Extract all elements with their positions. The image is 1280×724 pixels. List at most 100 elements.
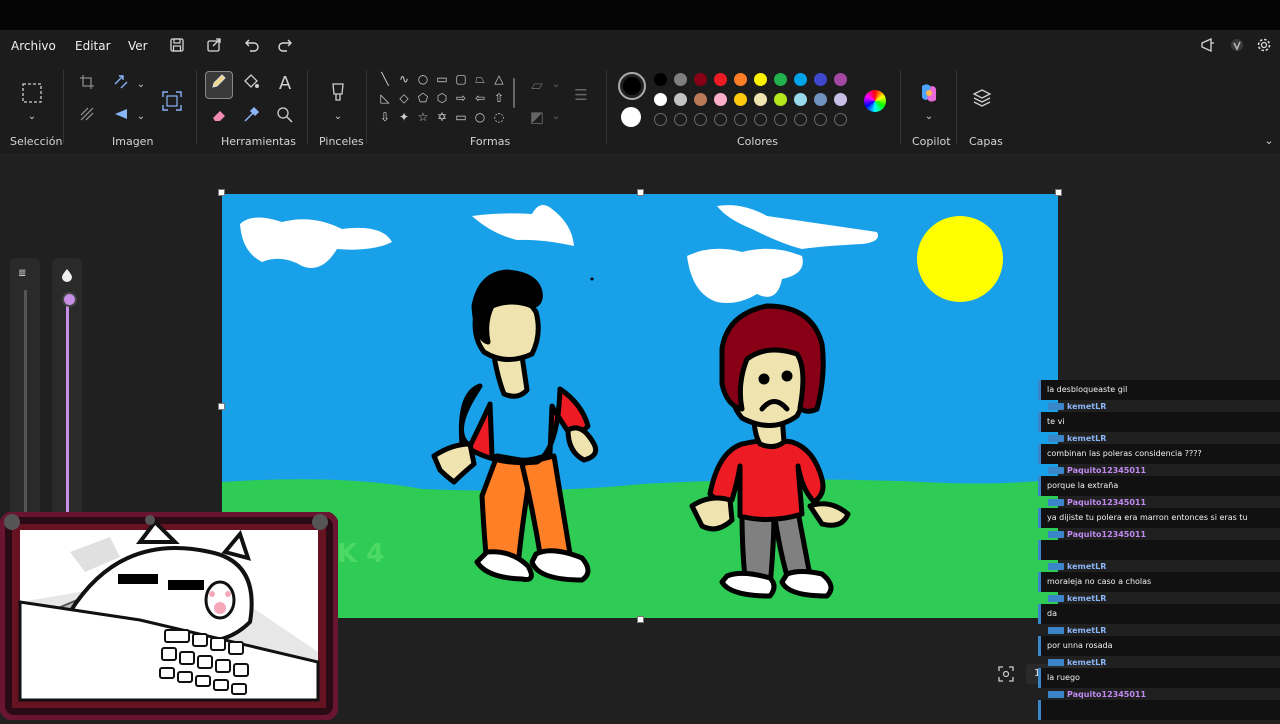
chat-username[interactable]: kemetLR [1048, 434, 1106, 443]
canvas-resize-handle[interactable] [637, 616, 644, 623]
share-icon[interactable] [204, 37, 224, 57]
copilot-dropdown-icon[interactable]: ⌄ [918, 106, 940, 128]
palette-swatch[interactable] [694, 93, 707, 106]
polygon-shape-icon[interactable]: ⏢ [473, 72, 487, 86]
palette-swatch[interactable] [714, 73, 727, 86]
palette-swatch[interactable] [654, 73, 667, 86]
opacity-slider-track[interactable] [66, 298, 69, 520]
pentagon-shape-icon[interactable]: ⬠ [416, 91, 430, 105]
edit-colors-icon[interactable] [864, 90, 886, 112]
custom-color-slot[interactable] [834, 113, 847, 126]
custom-color-slot[interactable] [754, 113, 767, 126]
settings-icon[interactable] [1254, 37, 1274, 57]
image-flip-icon[interactable] [76, 106, 98, 128]
custom-color-slot[interactable] [694, 113, 707, 126]
layers-icon[interactable] [971, 88, 993, 110]
fit-to-window-icon[interactable] [998, 666, 1014, 682]
chat-username[interactable]: Paquito12345011 [1048, 530, 1146, 539]
canvas-resize-handle[interactable] [637, 189, 644, 196]
curve-shape-icon[interactable]: ∿ [397, 72, 411, 86]
custom-color-slot[interactable] [774, 113, 787, 126]
palette-swatch[interactable] [654, 93, 667, 106]
palette-swatch[interactable] [694, 73, 707, 86]
menu-edit[interactable]: Editar [75, 39, 111, 53]
brush-size-icon[interactable]: ☰ [570, 84, 592, 106]
palette-swatch[interactable] [674, 73, 687, 86]
chat-username[interactable]: kemetLR [1048, 594, 1106, 603]
image-select-icon[interactable] [160, 90, 184, 114]
callout-rect-shape-icon[interactable]: ▭ [454, 110, 468, 124]
magnifier-icon[interactable] [274, 106, 296, 128]
rounded-rect-shape-icon[interactable]: ▢ [454, 72, 468, 86]
palette-swatch[interactable] [774, 73, 787, 86]
resize-dropdown-icon[interactable]: ⌄ [130, 74, 152, 96]
save-icon[interactable] [167, 37, 187, 57]
six-point-star-shape-icon[interactable]: ✡ [435, 110, 449, 124]
custom-color-slot[interactable] [714, 113, 727, 126]
pencil-icon[interactable] [205, 71, 233, 99]
ribbon-collapse-chevron-icon[interactable]: ⌄ [1258, 130, 1280, 152]
palette-swatch[interactable] [734, 93, 747, 106]
canvas-resize-handle[interactable] [218, 403, 225, 410]
canvas-resize-handle[interactable] [218, 189, 225, 196]
palette-swatch[interactable] [814, 73, 827, 86]
copilot-icon[interactable] [917, 82, 941, 106]
up-arrow-shape-icon[interactable]: ⇧ [492, 91, 506, 105]
callout-oval-shape-icon[interactable]: ○ [473, 110, 487, 124]
callout-cloud-shape-icon[interactable]: ◌ [492, 110, 506, 124]
canvas-resize-handle[interactable] [1055, 189, 1062, 196]
crop-icon[interactable] [76, 74, 98, 96]
chat-username[interactable]: Paquito12345011 [1048, 690, 1146, 699]
eraser-icon[interactable] [208, 106, 230, 128]
feedback-icon[interactable] [1198, 37, 1218, 57]
menu-file[interactable]: Archivo [11, 39, 56, 53]
palette-swatch[interactable] [794, 93, 807, 106]
shapes-scrollbar[interactable] [513, 78, 515, 108]
line-shape-icon[interactable]: ╲ [378, 72, 392, 86]
palette-swatch[interactable] [734, 73, 747, 86]
hexagon-shape-icon[interactable]: ⬡ [435, 91, 449, 105]
redo-icon[interactable] [275, 37, 295, 57]
custom-color-slot[interactable] [814, 113, 827, 126]
palette-swatch[interactable] [674, 93, 687, 106]
down-arrow-shape-icon[interactable]: ⇩ [378, 110, 392, 124]
rotate-icon[interactable] [110, 106, 132, 128]
custom-color-slot[interactable] [654, 113, 667, 126]
palette-swatch[interactable] [754, 73, 767, 86]
secondary-color-swatch[interactable] [621, 107, 641, 127]
primary-color-ring[interactable] [618, 72, 646, 100]
chat-username[interactable]: kemetLR [1048, 626, 1106, 635]
five-point-star-shape-icon[interactable]: ☆ [416, 110, 430, 124]
palette-swatch[interactable] [834, 73, 847, 86]
triangle-shape-icon[interactable]: △ [492, 72, 506, 86]
right-triangle-shape-icon[interactable]: ◺ [378, 91, 392, 105]
custom-color-slot[interactable] [734, 113, 747, 126]
left-arrow-shape-icon[interactable]: ⇦ [473, 91, 487, 105]
text-tool-icon[interactable]: A [274, 73, 296, 95]
undo-icon[interactable] [242, 37, 262, 57]
brush-dropdown-icon[interactable]: ⌄ [327, 106, 349, 128]
opacity-slider-thumb[interactable] [62, 292, 77, 307]
rectangle-shape-icon[interactable]: ▭ [435, 72, 449, 86]
chat-username[interactable]: kemetLR [1048, 658, 1106, 667]
shape-fill-dropdown-icon[interactable]: ⌄ [545, 106, 567, 128]
rotate-dropdown-icon[interactable]: ⌄ [130, 106, 152, 128]
resize-icon[interactable] [110, 74, 132, 96]
oval-shape-icon[interactable]: ○ [416, 72, 430, 86]
palette-swatch[interactable] [814, 93, 827, 106]
custom-color-slot[interactable] [674, 113, 687, 126]
outline-dropdown-icon[interactable]: ⌄ [545, 74, 567, 96]
fill-bucket-icon[interactable] [240, 73, 262, 95]
chat-username[interactable]: Paquito12345011 [1048, 498, 1146, 507]
account-icon[interactable] [1227, 37, 1247, 57]
menu-view[interactable]: Ver [128, 39, 148, 53]
brush-icon[interactable] [326, 82, 350, 106]
color-picker-icon[interactable] [240, 106, 262, 128]
chat-username[interactable]: Paquito12345011 [1048, 466, 1146, 475]
four-point-star-shape-icon[interactable]: ✦ [397, 110, 411, 124]
size-slider-track[interactable] [24, 290, 27, 520]
diamond-shape-icon[interactable]: ◇ [397, 91, 411, 105]
palette-swatch[interactable] [714, 93, 727, 106]
palette-swatch[interactable] [834, 93, 847, 106]
custom-color-slot[interactable] [794, 113, 807, 126]
